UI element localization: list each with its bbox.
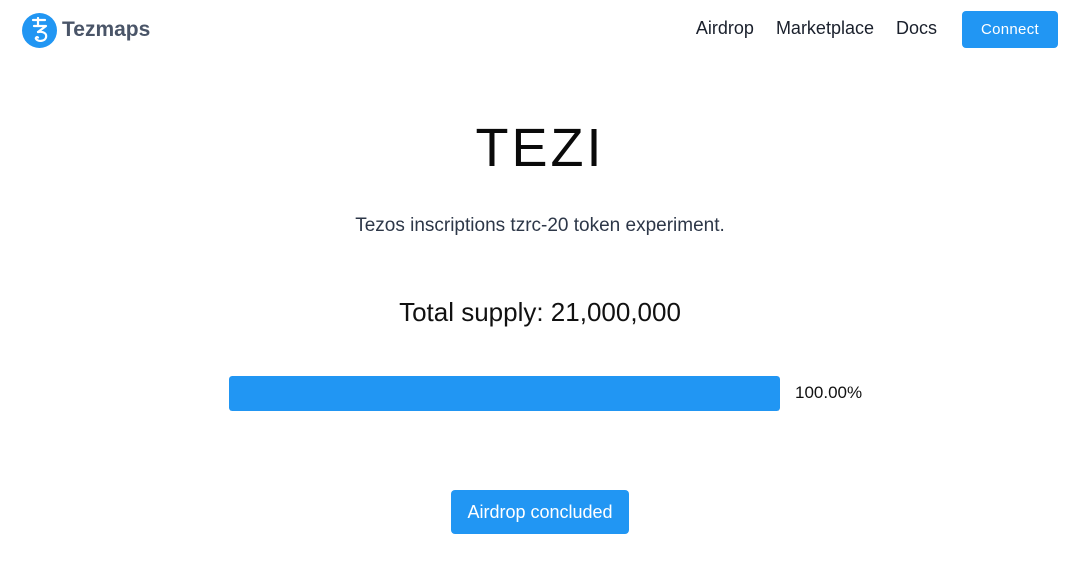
nav-link-marketplace[interactable]: Marketplace [776, 18, 874, 39]
mint-progress-label: 100.00% [795, 383, 863, 402]
total-supply: Total supply: 21,000,000 [399, 297, 681, 327]
nav-links: Airdrop Marketplace Docs [674, 18, 937, 39]
nav-link-docs[interactable]: Docs [896, 18, 937, 39]
brand-link[interactable]: Tezmaps [22, 12, 150, 48]
brand-name: Tezmaps [62, 18, 151, 41]
page-title: TEZI [475, 118, 605, 178]
connect-button[interactable]: Connect [962, 11, 1058, 48]
mint-progress-bar [229, 376, 780, 411]
mint-progress-fill [229, 376, 780, 411]
nav-link-airdrop[interactable]: Airdrop [696, 18, 754, 39]
tezos-logo-icon [22, 12, 57, 48]
airdrop-concluded-button[interactable]: Airdrop concluded [451, 490, 629, 534]
page-subtitle: Tezos inscriptions tzrc-20 token experim… [355, 215, 725, 236]
top-navbar: Tezmaps Airdrop Marketplace Docs Connect [0, 0, 1080, 60]
